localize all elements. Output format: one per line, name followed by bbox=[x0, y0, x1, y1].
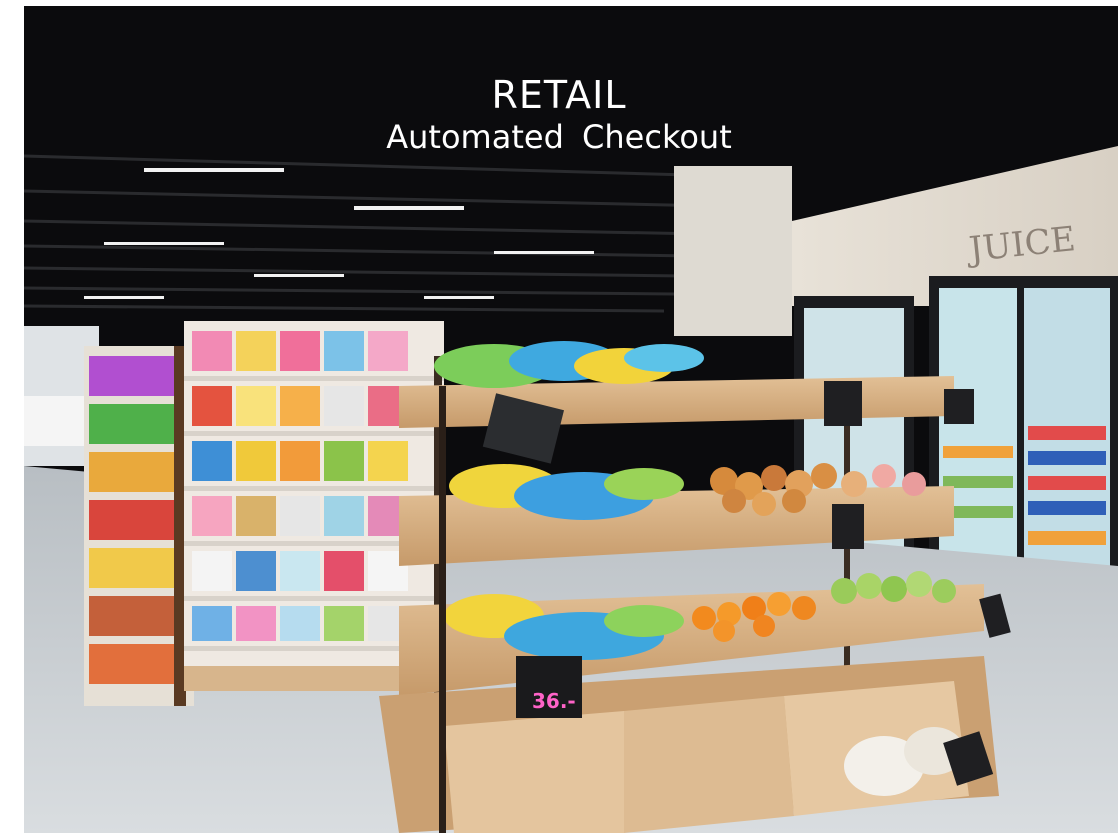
tag-top-right bbox=[944, 389, 974, 424]
left-gondola bbox=[84, 346, 194, 706]
price-tag-front: 36.- bbox=[516, 656, 582, 718]
slide-subtitle: Automated Checkout bbox=[386, 118, 732, 156]
top-tier-bags bbox=[434, 341, 704, 388]
slide-title-block: RETAIL Automated Checkout bbox=[0, 72, 1118, 156]
tag-top bbox=[824, 381, 862, 426]
price-tag-text: 36.- bbox=[532, 689, 576, 713]
slide: JUICE 36.- RETAIL Automated Checkout bbox=[0, 0, 1118, 839]
slide-title: RETAIL bbox=[491, 73, 627, 117]
pillar bbox=[674, 166, 792, 336]
tag-middle bbox=[832, 504, 864, 549]
